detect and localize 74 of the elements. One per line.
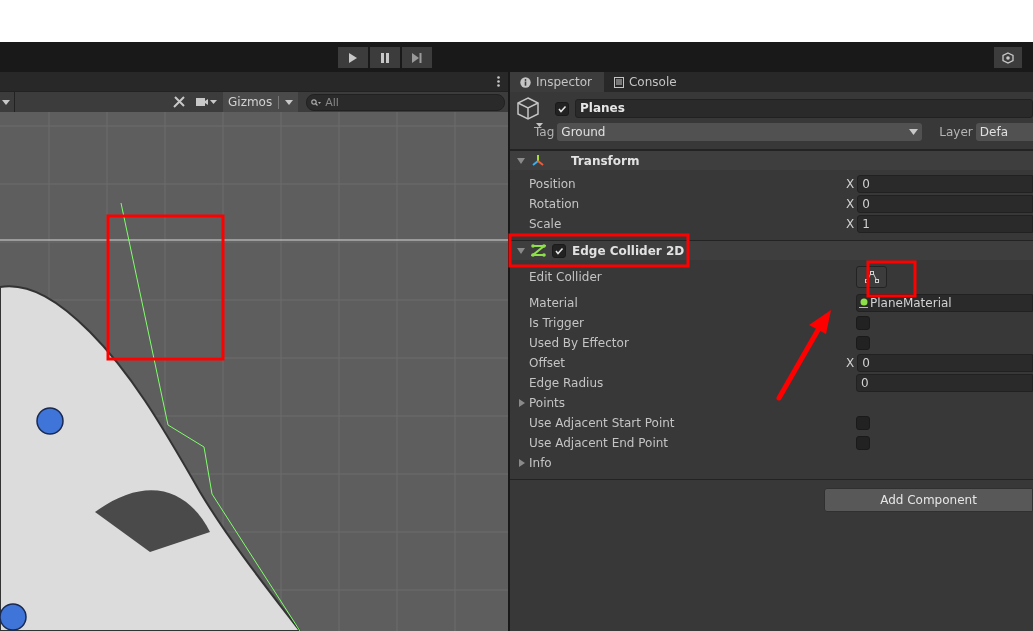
field-label: Rotation [529,196,580,213]
component-title: Edge Collider 2D [572,242,685,260]
field-label: Used By Effector [529,335,629,352]
tag-label: Tag [534,124,555,141]
field-label: Info [529,455,552,472]
field-label: Position [529,176,576,193]
expanded-arrow-icon[interactable] [517,156,525,165]
value-field[interactable]: 0 [856,374,1033,392]
cube-icon[interactable] [516,96,544,128]
pause-button[interactable] [370,47,400,68]
add-component-button[interactable]: Add Component [824,488,1033,512]
layer-dropdown[interactable]: Defa [975,123,1033,141]
play-button[interactable] [338,47,368,68]
edit-collider-button[interactable] [856,266,887,288]
field-label: Use Adjacent End Point [529,435,669,452]
checkmark-icon [554,245,564,256]
transform-icon [531,154,545,167]
value-field[interactable]: 0 [857,175,1033,193]
value-field[interactable]: 1 [857,215,1033,233]
step-button[interactable] [402,47,432,68]
axis-label: X [846,355,855,372]
physics-material-icon [859,298,868,308]
checkbox[interactable] [856,316,870,330]
field-label: Edit Collider [529,269,602,286]
hexagon-icon [1002,51,1014,64]
sphere [36,407,64,435]
search-field[interactable]: All [306,93,505,111]
axis-label: X [846,196,855,213]
caret-icon [909,129,919,135]
edge-collider-icon [531,244,546,257]
play-icon [347,51,359,64]
name-field[interactable]: Planes [575,99,1033,118]
object-field[interactable]: PlaneMaterial [856,294,1033,312]
checkbox[interactable] [555,101,569,116]
more-options-icon[interactable] [497,76,500,87]
field-label: Points [529,395,566,412]
expanded-arrow-icon[interactable] [517,246,525,255]
field-label: Use Adjacent Start Point [529,415,675,432]
layer-label: Layer [939,124,973,141]
gizmos-dropdown[interactable]: Gizmos [223,92,299,112]
collapsed-arrow-icon[interactable] [518,399,526,407]
tools-icon [172,95,186,109]
tab[interactable]: Console [604,72,689,92]
field-label: Is Trigger [529,315,584,332]
axis-label: X [846,216,855,233]
field-label: Scale [529,216,562,233]
camera-icon [196,97,218,107]
field-label: Offset [529,355,566,372]
value-field[interactable]: 0 [857,354,1033,372]
caret-icon [2,99,10,105]
tag-dropdown[interactable]: Ground [557,123,923,141]
pause-icon [379,51,391,64]
edit-shape-icon [863,271,880,283]
checkbox[interactable] [856,336,870,350]
foldout[interactable]: Info [518,454,552,472]
step-icon [411,51,423,64]
highlight-frame [866,260,917,298]
console-icon [614,76,624,88]
tab[interactable]: Inspector [510,72,604,92]
value-field[interactable]: 0 [857,195,1033,213]
info-icon [520,76,531,88]
checkbox[interactable] [552,243,566,258]
component-title: Transform [571,152,640,170]
component-header[interactable]: Edge Collider 2D [510,240,1033,260]
foldout[interactable]: Points [518,394,566,412]
field-label: Edge Radius [529,375,604,392]
caret-icon [285,99,294,105]
field-label: Material [529,295,578,312]
checkbox[interactable] [856,416,870,430]
component-header[interactable]: Transform [510,150,1033,170]
collapsed-arrow-icon[interactable] [518,459,526,467]
checkmark-icon [557,103,567,114]
axis-label: X [846,176,855,193]
checkbox[interactable] [856,436,870,450]
